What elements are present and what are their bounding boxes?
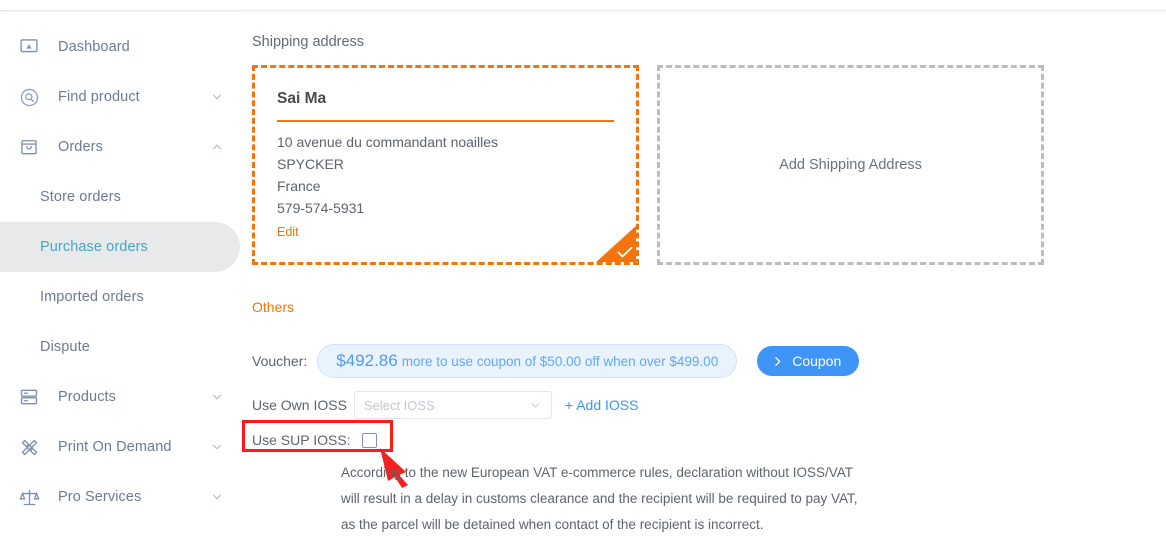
coupon-button[interactable]: Coupon xyxy=(757,346,860,376)
vat-notice-line: will result in a delay in customs cleara… xyxy=(341,491,858,506)
sidebar-subitem-label: Imported orders xyxy=(40,289,144,305)
sidebar-subitem-label: Dispute xyxy=(40,339,90,355)
chevron-down-icon[interactable] xyxy=(210,490,224,504)
sidebar-item-pro-services[interactable]: Pro Services xyxy=(0,472,240,522)
scales-icon xyxy=(18,486,40,508)
voucher-progress-pill[interactable]: $492.86 more to use coupon of $50.00 off… xyxy=(317,344,738,378)
address-divider xyxy=(277,120,614,122)
ioss-select-placeholder: Select IOSS xyxy=(363,397,435,413)
coupon-button-label: Coupon xyxy=(792,353,842,369)
chevron-down-icon[interactable] xyxy=(210,390,224,404)
voucher-amount: $492.86 xyxy=(336,351,398,370)
address-phone: 579-574-5931 xyxy=(277,200,365,216)
vat-notice-line: According to the new European VAT e-comm… xyxy=(341,465,853,480)
chevron-down-icon xyxy=(529,399,542,412)
use-sup-ioss-checkbox[interactable] xyxy=(361,432,377,448)
check-icon xyxy=(617,247,633,258)
server-stack-icon xyxy=(18,386,40,408)
voucher-message: more to use coupon of $50.00 off when ov… xyxy=(401,354,719,369)
sidebar-item-label: Dashboard xyxy=(58,39,130,55)
voucher-label: Voucher: xyxy=(252,353,308,369)
use-sup-ioss-label: Use SUP IOSS: xyxy=(252,432,351,448)
dashboard-icon xyxy=(18,36,40,58)
others-section-label: Others xyxy=(252,299,295,315)
address-line-2: SPYCKER xyxy=(277,156,344,172)
sidebar-item-print-on-demand[interactable]: Print On Demand xyxy=(0,422,240,472)
add-shipping-address-card[interactable]: Add Shipping Address xyxy=(657,65,1044,265)
top-divider xyxy=(0,0,1166,11)
sidebar-item-label: Pro Services xyxy=(58,489,142,505)
chevron-down-icon[interactable] xyxy=(210,440,224,454)
edit-address-link[interactable]: Edit xyxy=(277,221,299,243)
add-ioss-link[interactable]: + Add IOSS xyxy=(565,397,639,413)
sidebar-item-dashboard[interactable]: Dashboard xyxy=(0,22,240,72)
use-sup-ioss-row: Use SUP IOSS: xyxy=(252,425,377,455)
sidebar-item-imported-orders[interactable]: Imported orders xyxy=(0,272,240,322)
chevron-up-icon[interactable] xyxy=(210,140,224,154)
address-country: France xyxy=(277,178,321,194)
bag-icon xyxy=(18,136,40,158)
search-circle-icon xyxy=(18,86,40,108)
shipping-address-cards: Sai Ma 10 avenue du commandant noailles … xyxy=(252,65,1044,265)
address-line-1: 10 avenue du commandant noailles xyxy=(277,134,499,150)
sidebar-item-store-orders[interactable]: Store orders xyxy=(0,172,240,222)
use-own-ioss-label: Use Own IOSS xyxy=(252,397,347,413)
chevron-right-icon xyxy=(771,355,784,368)
sidebar-item-label: Print On Demand xyxy=(58,439,172,455)
sidebar-subitem-label: Store orders xyxy=(40,189,121,205)
chevron-down-icon[interactable] xyxy=(210,90,224,104)
main-content: Shipping address Sai Ma 10 avenue du com… xyxy=(240,12,1166,535)
sidebar-item-products[interactable]: Products xyxy=(0,372,240,422)
sidebar-item-label: Products xyxy=(58,389,117,405)
ioss-select[interactable]: Select IOSS xyxy=(353,391,552,419)
vat-notice: According to the new European VAT e-comm… xyxy=(341,460,901,538)
sidebar-item-label: Find product xyxy=(58,89,140,105)
sidebar-item-label: Orders xyxy=(58,139,103,155)
add-shipping-address-label: Add Shipping Address xyxy=(779,157,922,173)
address-selected-badge xyxy=(594,224,636,262)
pen-ruler-icon xyxy=(18,436,40,458)
sidebar-item-find-product[interactable]: Find product xyxy=(0,72,240,122)
sidebar-item-purchase-orders[interactable]: Purchase orders xyxy=(0,222,240,272)
sidebar: Dashboard Find product Orders Store orde… xyxy=(0,12,240,535)
sidebar-item-orders[interactable]: Orders xyxy=(0,122,240,172)
shipping-address-card-selected[interactable]: Sai Ma 10 avenue du commandant noailles … xyxy=(252,65,639,265)
shipping-address-title: Shipping address xyxy=(252,34,365,50)
voucher-row: Voucher: $492.86 more to use coupon of $… xyxy=(252,344,860,378)
vat-notice-line: as the parcel will be detained when cont… xyxy=(341,517,764,532)
sidebar-item-dispute[interactable]: Dispute xyxy=(0,322,240,372)
sidebar-subitem-label: Purchase orders xyxy=(40,239,148,255)
use-own-ioss-row: Use Own IOSS Select IOSS + Add IOSS xyxy=(252,391,638,419)
address-name: Sai Ma xyxy=(277,90,327,107)
